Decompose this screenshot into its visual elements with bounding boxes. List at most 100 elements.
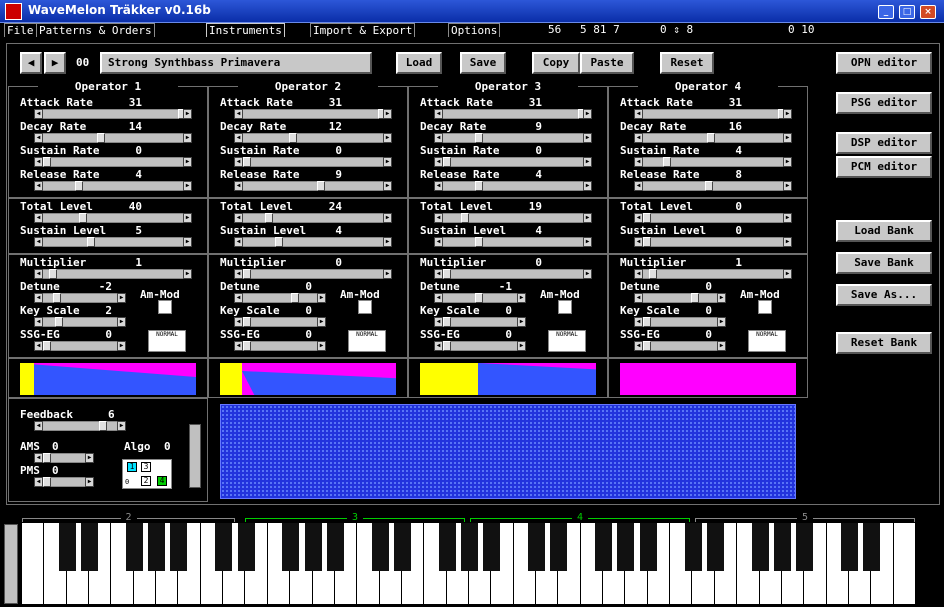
slider-ks[interactable]: ◀ ▶ (234, 317, 326, 327)
slider-thumb[interactable] (243, 269, 251, 279)
white-key[interactable] (22, 523, 45, 604)
slider-left-arrow-icon[interactable]: ◀ (634, 269, 643, 279)
black-key[interactable] (81, 523, 99, 571)
feedback-slider[interactable]: ◀ ▶ (34, 421, 126, 431)
slider-left-arrow-icon[interactable]: ◀ (634, 237, 643, 247)
slider-thumb[interactable] (649, 269, 657, 279)
slider-thumb[interactable] (75, 181, 83, 191)
slider-left-arrow-icon[interactable]: ◀ (34, 213, 43, 223)
black-key[interactable] (148, 523, 166, 571)
slider-dr[interactable]: ◀ ▶ (634, 133, 792, 143)
ssg-eg-normal-icon[interactable]: NORMAL (348, 330, 386, 352)
slider-left-arrow-icon[interactable]: ◀ (434, 213, 443, 223)
slider-thumb[interactable] (243, 341, 251, 351)
am-mod-checkbox[interactable] (358, 300, 372, 314)
slider-right-arrow-icon[interactable]: ▶ (117, 421, 126, 431)
slider-thumb[interactable] (475, 293, 483, 303)
slider-right-arrow-icon[interactable]: ▶ (117, 317, 126, 327)
black-key[interactable] (304, 523, 322, 571)
slider-sr[interactable]: ◀ ▶ (234, 157, 392, 167)
slider-thumb[interactable] (43, 477, 51, 487)
slider-right-arrow-icon[interactable]: ▶ (517, 293, 526, 303)
slider-left-arrow-icon[interactable]: ◀ (34, 269, 43, 279)
slider-left-arrow-icon[interactable]: ◀ (34, 293, 43, 303)
slider-thumb[interactable] (289, 133, 297, 143)
slider-thumb[interactable] (317, 181, 325, 191)
slider-left-arrow-icon[interactable]: ◀ (434, 109, 443, 119)
slider-thumb[interactable] (475, 237, 483, 247)
slider-thumb[interactable] (49, 269, 57, 279)
slider-right-arrow-icon[interactable]: ▶ (183, 269, 192, 279)
keyboard-scrollbar[interactable] (4, 524, 18, 604)
slider-right-arrow-icon[interactable]: ▶ (85, 453, 94, 463)
black-key[interactable] (796, 523, 814, 571)
ssg-eg-normal-icon[interactable]: NORMAL (148, 330, 186, 352)
maximize-button[interactable]: □ (899, 5, 915, 19)
slider-right-arrow-icon[interactable]: ▶ (583, 181, 592, 191)
slider-left-arrow-icon[interactable]: ◀ (634, 317, 643, 327)
slider-tl[interactable]: ◀ ▶ (434, 213, 592, 223)
slider-thumb[interactable] (43, 453, 51, 463)
slider-right-arrow-icon[interactable]: ▶ (783, 269, 792, 279)
slider-dr[interactable]: ◀ ▶ (434, 133, 592, 143)
am-mod-checkbox[interactable] (758, 300, 772, 314)
slider-left-arrow-icon[interactable]: ◀ (34, 477, 43, 487)
slider-mul[interactable]: ◀ ▶ (634, 269, 792, 279)
black-key[interactable] (483, 523, 501, 571)
ssg-eg-normal-icon[interactable]: NORMAL (548, 330, 586, 352)
save-button[interactable]: Save (460, 52, 506, 74)
slider-left-arrow-icon[interactable]: ◀ (34, 181, 43, 191)
slider-sr[interactable]: ◀ ▶ (634, 157, 792, 167)
slider-ks[interactable]: ◀ ▶ (34, 317, 126, 327)
slider-right-arrow-icon[interactable]: ▶ (383, 237, 392, 247)
slider-right-arrow-icon[interactable]: ▶ (383, 157, 392, 167)
piano-keyboard[interactable] (22, 523, 916, 604)
slider-right-arrow-icon[interactable]: ▶ (583, 213, 592, 223)
slider-tl[interactable]: ◀ ▶ (634, 213, 792, 223)
slider-thumb[interactable] (643, 237, 651, 247)
slider-right-arrow-icon[interactable]: ▶ (517, 317, 526, 327)
reset-bank-button[interactable]: Reset Bank (836, 332, 932, 354)
slider-thumb[interactable] (707, 133, 715, 143)
slider-right-arrow-icon[interactable]: ▶ (85, 477, 94, 487)
slider-right-arrow-icon[interactable]: ▶ (383, 109, 392, 119)
slider-right-arrow-icon[interactable]: ▶ (783, 157, 792, 167)
black-key[interactable] (706, 523, 724, 571)
slider-left-arrow-icon[interactable]: ◀ (434, 157, 443, 167)
slider-thumb[interactable] (291, 293, 299, 303)
algo-scrollbar[interactable] (189, 424, 201, 488)
ams-slider[interactable]: ◀ ▶ (34, 453, 94, 463)
slider-right-arrow-icon[interactable]: ▶ (383, 213, 392, 223)
slider-right-arrow-icon[interactable]: ▶ (517, 341, 526, 351)
slider-left-arrow-icon[interactable]: ◀ (634, 109, 643, 119)
slider-left-arrow-icon[interactable]: ◀ (34, 341, 43, 351)
slider-ssg[interactable]: ◀ ▶ (234, 341, 326, 351)
slider-left-arrow-icon[interactable]: ◀ (34, 317, 43, 327)
slider-dr[interactable]: ◀ ▶ (34, 133, 192, 143)
black-key[interactable] (550, 523, 568, 571)
slider-right-arrow-icon[interactable]: ▶ (717, 293, 726, 303)
save-as-button[interactable]: Save As... (836, 284, 932, 306)
slider-right-arrow-icon[interactable]: ▶ (183, 109, 192, 119)
pcm-editor-button[interactable]: PCM editor (836, 156, 932, 178)
slider-left-arrow-icon[interactable]: ◀ (234, 269, 243, 279)
next-instrument-button[interactable]: ▶ (44, 52, 66, 74)
slider-mul[interactable]: ◀ ▶ (434, 269, 592, 279)
slider-right-arrow-icon[interactable]: ▶ (383, 269, 392, 279)
slider-thumb[interactable] (443, 269, 451, 279)
slider-right-arrow-icon[interactable]: ▶ (583, 109, 592, 119)
black-key[interactable] (751, 523, 769, 571)
save-bank-button[interactable]: Save Bank (836, 252, 932, 274)
slider-right-arrow-icon[interactable]: ▶ (183, 213, 192, 223)
slider-dt[interactable]: ◀ ▶ (34, 293, 126, 303)
slider-right-arrow-icon[interactable]: ▶ (783, 237, 792, 247)
slider-left-arrow-icon[interactable]: ◀ (634, 181, 643, 191)
slider-right-arrow-icon[interactable]: ▶ (583, 237, 592, 247)
slider-thumb[interactable] (461, 213, 469, 223)
am-mod-checkbox[interactable] (158, 300, 172, 314)
slider-ssg[interactable]: ◀ ▶ (634, 341, 726, 351)
dsp-editor-button[interactable]: DSP editor (836, 132, 932, 154)
slider-ssg[interactable]: ◀ ▶ (434, 341, 526, 351)
slider-sl[interactable]: ◀ ▶ (434, 237, 592, 247)
slider-thumb[interactable] (443, 341, 451, 351)
